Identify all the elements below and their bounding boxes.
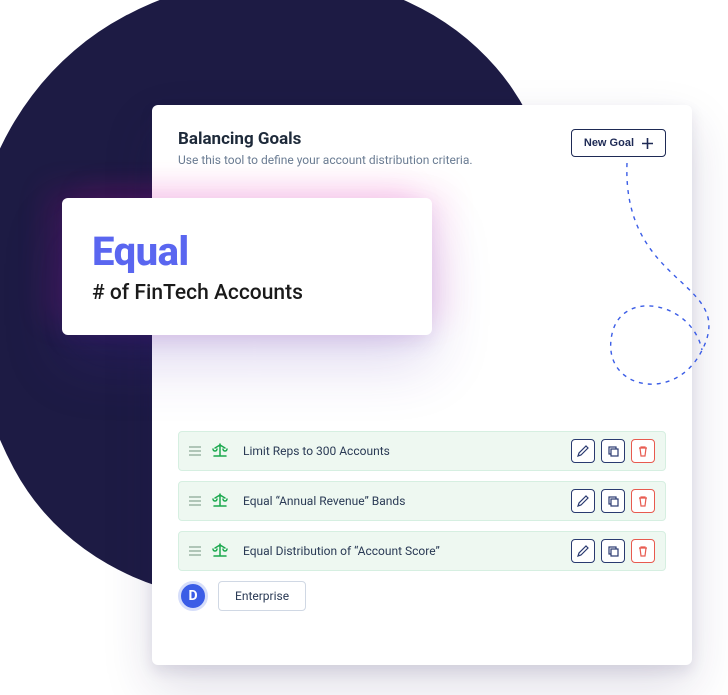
copy-icon (607, 445, 619, 457)
scales-icon (211, 543, 229, 559)
goal-row: Limit Reps to 300 Accounts (178, 431, 666, 471)
goal-label: Equal Distribution of “Account Score” (243, 544, 571, 558)
drag-handle-icon[interactable] (189, 446, 201, 456)
new-goal-button[interactable]: New Goal (571, 129, 666, 157)
delete-button[interactable] (631, 539, 655, 563)
scales-icon (211, 493, 229, 509)
goal-label: Limit Reps to 300 Accounts (243, 444, 571, 458)
goal-row: Equal Distribution of “Account Score” (178, 531, 666, 571)
delete-button[interactable] (631, 439, 655, 463)
edit-button[interactable] (571, 439, 595, 463)
trash-icon (637, 445, 649, 457)
copy-button[interactable] (601, 539, 625, 563)
pencil-icon (577, 545, 589, 557)
overlay-heading: Equal (92, 228, 402, 275)
goal-label: Equal “Annual Revenue” Bands (243, 494, 571, 508)
copy-icon (607, 495, 619, 507)
overlay-subheading: # of FinTech Accounts (92, 281, 402, 305)
enterprise-row: D Enterprise (178, 581, 666, 611)
trash-icon (637, 545, 649, 557)
panel-subtitle: Use this tool to define your account dis… (178, 153, 473, 167)
balancing-goals-panel: Balancing Goals Use this tool to define … (152, 105, 692, 665)
goal-row: Equal “Annual Revenue” Bands (178, 481, 666, 521)
drag-handle-icon[interactable] (189, 496, 201, 506)
enterprise-badge: D (178, 581, 208, 611)
scales-icon (211, 443, 229, 459)
overlay-card: Equal # of FinTech Accounts (62, 198, 432, 335)
panel-header: Balancing Goals Use this tool to define … (178, 129, 666, 167)
pencil-icon (577, 495, 589, 507)
panel-heading-block: Balancing Goals Use this tool to define … (178, 129, 473, 167)
delete-button[interactable] (631, 489, 655, 513)
edit-button[interactable] (571, 489, 595, 513)
enterprise-pill[interactable]: Enterprise (218, 581, 306, 611)
copy-button[interactable] (601, 489, 625, 513)
drag-handle-icon[interactable] (189, 546, 201, 556)
goals-list: Limit Reps to 300 Accounts (178, 431, 666, 611)
new-goal-label: New Goal (584, 137, 634, 149)
copy-icon (607, 545, 619, 557)
plus-icon (642, 138, 653, 149)
panel-title: Balancing Goals (178, 129, 473, 149)
trash-icon (637, 495, 649, 507)
pencil-icon (577, 445, 589, 457)
copy-button[interactable] (601, 439, 625, 463)
edit-button[interactable] (571, 539, 595, 563)
